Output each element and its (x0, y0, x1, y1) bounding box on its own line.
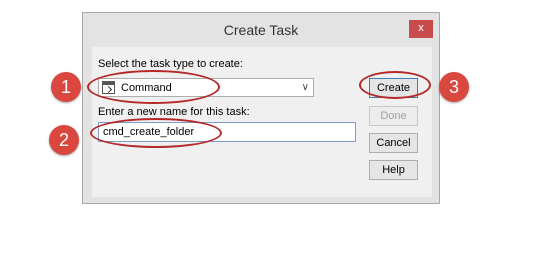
close-button[interactable]: x (409, 20, 433, 38)
cancel-button[interactable]: Cancel (369, 133, 418, 153)
help-button[interactable]: Help (369, 160, 418, 180)
task-type-value: Command (121, 82, 172, 94)
title-bar[interactable]: Create Task x (83, 13, 439, 47)
dialog-title: Create Task (223, 22, 299, 38)
task-type-select[interactable]: Command ∨ (98, 78, 314, 97)
task-name-input[interactable]: cmd_create_folder (98, 122, 356, 142)
done-button[interactable]: Done (369, 106, 418, 126)
task-name-label: Enter a new name for this task: (98, 106, 250, 118)
command-icon (102, 81, 115, 94)
create-button[interactable]: Create (369, 78, 418, 98)
callout-marker-1: 1 (51, 72, 81, 102)
callout-marker-2: 2 (49, 125, 79, 155)
chevron-down-icon[interactable]: ∨ (302, 82, 309, 93)
callout-marker-3: 3 (439, 72, 469, 102)
task-type-label: Select the task type to create: (98, 58, 243, 70)
